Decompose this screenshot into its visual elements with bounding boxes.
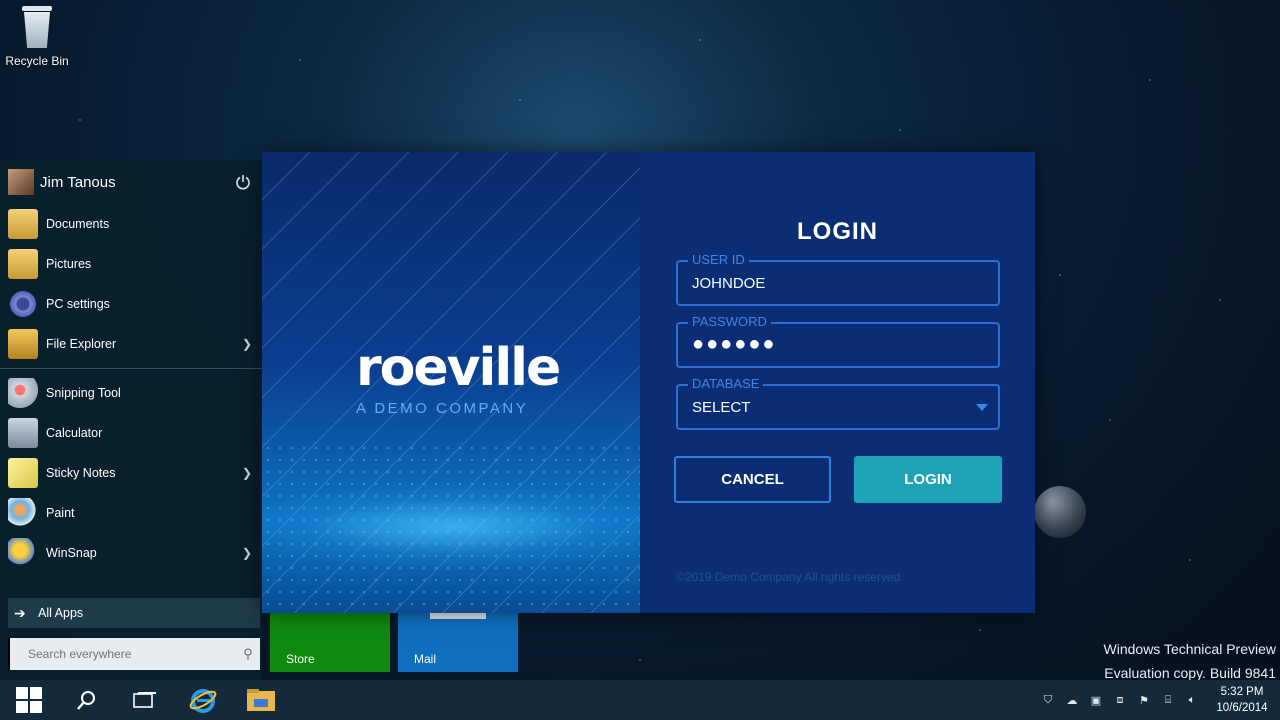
brand-name: roeville xyxy=(356,338,561,398)
search-icon[interactable]: ⚲ xyxy=(236,646,260,662)
avatar[interactable] xyxy=(8,169,34,195)
volume-icon[interactable]: 🔈︎ xyxy=(1180,680,1204,720)
paint-icon xyxy=(8,498,38,528)
menu-item-calculator[interactable]: Calculator xyxy=(0,413,262,453)
planet-decoration xyxy=(1034,486,1086,538)
snipping-tool-icon xyxy=(8,378,38,408)
gear-icon xyxy=(8,289,38,319)
search-box[interactable]: ⚲ xyxy=(8,638,260,670)
task-view-icon xyxy=(133,692,156,708)
tile-label: Mail xyxy=(414,652,437,666)
brand-tagline: A DEMO COMPANY xyxy=(356,400,529,417)
password-label: PASSWORD xyxy=(688,314,771,329)
start-menu: Jim Tanous Documents Pictures PC setting… xyxy=(0,160,262,680)
tile-label: Store xyxy=(286,652,315,666)
system-tray: ⛉ ☁ ▣ ⧈ ⚑ ⌸ 🔈︎ 5:32 PM 10/6/2014 xyxy=(1036,680,1280,720)
search-input[interactable] xyxy=(28,647,236,661)
mail-tile-graphic xyxy=(430,612,486,619)
menu-item-sticky-notes[interactable]: Sticky Notes ❯ xyxy=(0,453,262,493)
brand-logo: roeville A DEMO COMPANY xyxy=(356,338,561,417)
menu-item-snipping-tool[interactable]: Snipping Tool xyxy=(0,373,262,413)
database-value[interactable]: SELECT xyxy=(692,399,750,416)
copyright-text: ©2019 Demo Company All rights reserved xyxy=(676,570,901,584)
clock-date: 10/6/2014 xyxy=(1216,702,1268,714)
menu-item-label: Sticky Notes xyxy=(46,466,116,480)
all-apps-label: All Apps xyxy=(38,606,84,620)
menu-item-label: Paint xyxy=(46,506,75,520)
login-dialog: roeville A DEMO COMPANY LOGIN USER ID JO… xyxy=(262,152,1035,613)
menu-item-pictures[interactable]: Pictures xyxy=(0,244,262,284)
chevron-down-icon[interactable] xyxy=(976,404,988,411)
recycle-bin[interactable]: Recycle Bin xyxy=(4,6,70,68)
network-adapter-icon[interactable]: ⧈ xyxy=(1108,680,1132,720)
user-name[interactable]: Jim Tanous xyxy=(40,174,232,191)
start-button[interactable] xyxy=(0,680,58,720)
network-icon[interactable]: ⌸ xyxy=(1156,680,1180,720)
file-explorer-icon xyxy=(8,329,38,359)
sticky-notes-icon xyxy=(8,458,38,488)
chevron-right-icon[interactable]: ❯ xyxy=(242,466,252,480)
brand-hero-panel: roeville A DEMO COMPANY xyxy=(262,152,640,613)
internet-explorer-icon xyxy=(189,689,217,713)
menu-item-label: PC settings xyxy=(46,297,110,311)
menu-item-documents[interactable]: Documents xyxy=(0,204,262,244)
login-title: LOGIN xyxy=(797,218,878,245)
menu-item-file-explorer[interactable]: File Explorer ❯ xyxy=(0,324,262,364)
clock-time: 5:32 PM xyxy=(1220,686,1264,698)
menu-item-paint[interactable]: Paint xyxy=(0,493,262,533)
folder-icon xyxy=(247,689,275,711)
chevron-right-icon[interactable]: ❯ xyxy=(242,337,252,351)
user-id-field[interactable]: USER ID JOHNDOE xyxy=(676,252,1000,306)
power-icon xyxy=(236,175,250,190)
database-label: DATABASE xyxy=(688,376,764,391)
shield-icon[interactable]: ⛉ xyxy=(1036,680,1060,720)
password-value[interactable]: ●●●●●● xyxy=(692,333,776,356)
arrow-right-icon: ➔ xyxy=(14,604,26,621)
menu-item-label: File Explorer xyxy=(46,337,117,351)
menu-item-label: Documents xyxy=(46,217,110,231)
menu-item-label: WinSnap xyxy=(46,546,97,560)
all-apps-button[interactable]: ➔ All Apps xyxy=(8,598,260,628)
login-form-panel: LOGIN USER ID JOHNDOE PASSWORD ●●●●●● DA… xyxy=(640,152,1035,613)
search-icon xyxy=(77,691,95,710)
documents-folder-icon xyxy=(8,209,38,239)
cancel-button[interactable]: CANCEL xyxy=(674,456,831,503)
recycle-bin-label: Recycle Bin xyxy=(5,54,69,68)
user-id-label: USER ID xyxy=(688,252,749,267)
internet-explorer-button[interactable] xyxy=(174,680,232,720)
user-header: Jim Tanous xyxy=(0,160,262,204)
task-view-button[interactable] xyxy=(116,680,174,720)
search-taskbar-button[interactable] xyxy=(58,680,116,720)
login-button[interactable]: LOGIN xyxy=(854,456,1002,503)
taskbar: ⛉ ☁ ▣ ⧈ ⚑ ⌸ 🔈︎ 5:32 PM 10/6/2014 xyxy=(0,680,1280,720)
evaluation-watermark: Windows Technical Preview Evaluation cop… xyxy=(1104,637,1276,685)
watermark-line: Windows Technical Preview xyxy=(1103,641,1276,657)
pictures-folder-icon xyxy=(8,249,38,279)
winsnap-icon xyxy=(8,538,38,568)
menu-item-pc-settings[interactable]: PC settings xyxy=(0,284,262,324)
menu-item-winsnap[interactable]: WinSnap ❯ xyxy=(0,533,262,573)
chevron-right-icon[interactable]: ❯ xyxy=(242,546,252,560)
password-field[interactable]: PASSWORD ●●●●●● xyxy=(676,314,1000,368)
vmware-icon[interactable]: ▣ xyxy=(1084,680,1108,720)
action-center-flag-icon[interactable]: ⚑ xyxy=(1132,680,1156,720)
menu-item-label: Calculator xyxy=(46,426,103,440)
tile-store[interactable]: Store xyxy=(270,612,390,672)
recycle-bin-icon xyxy=(20,6,54,48)
calculator-icon xyxy=(8,418,38,448)
menu-item-label: Pictures xyxy=(46,257,92,271)
clock[interactable]: 5:32 PM 10/6/2014 xyxy=(1204,684,1280,716)
file-explorer-taskbar-button[interactable] xyxy=(232,680,290,720)
database-select[interactable]: DATABASE SELECT xyxy=(676,376,1000,430)
dots-decoration xyxy=(262,442,640,613)
menu-item-label: Snipping Tool xyxy=(46,386,121,400)
power-button[interactable] xyxy=(232,171,254,193)
windows-logo-icon xyxy=(16,687,42,713)
user-id-value[interactable]: JOHNDOE xyxy=(692,275,765,292)
network-sync-icon[interactable]: ☁ xyxy=(1060,680,1084,720)
divider xyxy=(0,368,262,369)
tile-mail[interactable]: Mail xyxy=(398,612,518,672)
